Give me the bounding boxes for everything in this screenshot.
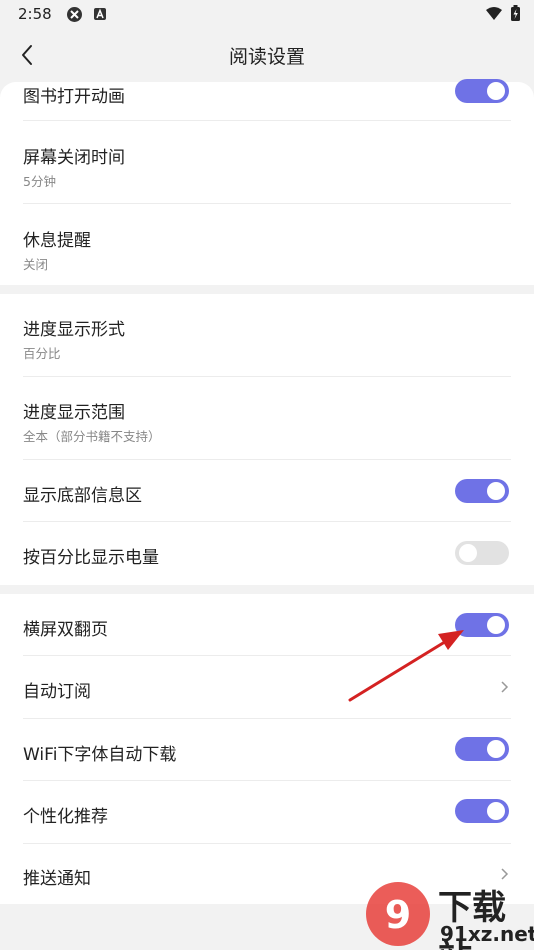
toggle-knob bbox=[459, 544, 477, 562]
row-wifi-font-download[interactable]: WiFi下字体自动下载 bbox=[0, 719, 534, 780]
sync-icon bbox=[66, 6, 82, 22]
row-title: WiFi下字体自动下载 bbox=[23, 745, 177, 765]
chevron-left-icon bbox=[22, 45, 32, 65]
status-icons-right bbox=[485, 5, 520, 21]
row-subtitle: 全本（部分书籍不支持） bbox=[23, 429, 161, 444]
app-notification-icon bbox=[93, 8, 106, 20]
show-bottom-info-toggle[interactable] bbox=[455, 479, 509, 503]
toggle-knob bbox=[487, 482, 505, 500]
row-title: 进度显示范围 bbox=[23, 403, 125, 423]
svg-text:9: 9 bbox=[385, 893, 411, 937]
status-icons-left bbox=[66, 6, 107, 23]
app-bar: 阅读设置 bbox=[0, 28, 534, 82]
row-title: 自动订阅 bbox=[23, 682, 91, 702]
row-battery-percent[interactable]: 按百分比显示电量 bbox=[0, 522, 534, 585]
personalized-recommend-toggle[interactable] bbox=[455, 799, 509, 823]
status-time: 2:58 bbox=[18, 5, 52, 23]
row-screen-off-time[interactable]: 屏幕关闭时间 5分钟 bbox=[0, 121, 534, 203]
back-button[interactable] bbox=[12, 40, 42, 70]
row-title: 显示底部信息区 bbox=[23, 486, 142, 506]
toggle-knob bbox=[487, 802, 505, 820]
battery-percent-toggle[interactable] bbox=[455, 541, 509, 565]
row-show-bottom-info[interactable]: 显示底部信息区 bbox=[0, 460, 534, 521]
row-subtitle: 关闭 bbox=[23, 257, 49, 272]
watermark-url: 91xz.net bbox=[440, 922, 534, 946]
row-title: 进度显示形式 bbox=[23, 320, 125, 340]
toggle-knob bbox=[487, 82, 505, 100]
annotation-arrow-icon bbox=[348, 630, 464, 702]
row-title: 横屏双翻页 bbox=[23, 620, 108, 640]
row-title: 图书打开动画 bbox=[23, 87, 125, 107]
row-progress-format[interactable]: 进度显示形式 百分比 bbox=[0, 294, 534, 376]
row-title: 个性化推荐 bbox=[23, 807, 108, 827]
row-personalized-recommend[interactable]: 个性化推荐 bbox=[0, 781, 534, 843]
settings-card-display: 图书打开动画 屏幕关闭时间 5分钟 休息提醒 关闭 bbox=[0, 79, 534, 285]
settings-card-progress: 进度显示形式 百分比 进度显示范围 全本（部分书籍不支持） 显示底部信息区 按百… bbox=[0, 294, 534, 585]
row-title: 推送通知 bbox=[23, 869, 91, 889]
chevron-right-icon bbox=[501, 681, 509, 693]
book-open-animation-toggle[interactable] bbox=[455, 79, 509, 103]
row-progress-range[interactable]: 进度显示范围 全本（部分书籍不支持） bbox=[0, 377, 534, 459]
row-subtitle: 百分比 bbox=[23, 346, 61, 361]
toggle-knob bbox=[487, 616, 505, 634]
row-subtitle: 5分钟 bbox=[23, 174, 56, 189]
row-title: 屏幕关闭时间 bbox=[23, 148, 125, 168]
wifi-icon bbox=[486, 6, 502, 20]
row-rest-reminder[interactable]: 休息提醒 关闭 bbox=[0, 204, 534, 285]
row-title: 按百分比显示电量 bbox=[23, 548, 159, 568]
wifi-font-download-toggle[interactable] bbox=[455, 737, 509, 761]
page-title: 阅读设置 bbox=[228, 45, 305, 68]
row-book-open-animation[interactable]: 图书打开动画 bbox=[0, 79, 534, 120]
status-bar: 2:58 bbox=[0, 0, 534, 28]
battery-icon bbox=[511, 5, 520, 21]
row-title: 休息提醒 bbox=[23, 231, 91, 251]
toggle-knob bbox=[487, 740, 505, 758]
